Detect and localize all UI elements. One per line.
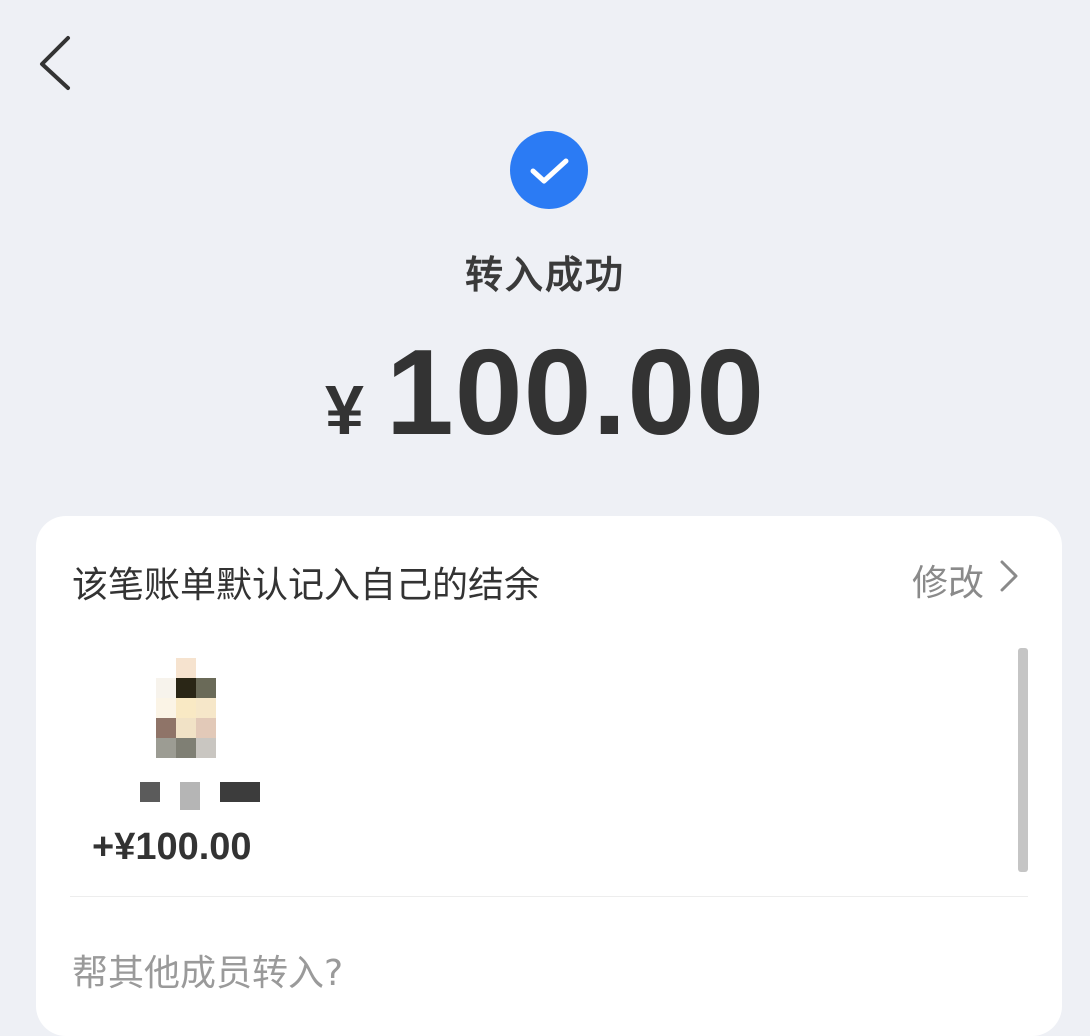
- transfer-amount: ¥ 100.00: [0, 322, 1090, 460]
- success-check-icon: [510, 131, 588, 209]
- member-amount: +¥100.00: [92, 826, 252, 868]
- chevron-right-icon: [998, 558, 1020, 603]
- divider: [70, 896, 1028, 897]
- help-others-transfer-link[interactable]: 帮其他成员转入?: [72, 944, 343, 996]
- currency-symbol: ¥: [324, 371, 364, 449]
- bill-allocation-text: 该笔账单默认记入自己的结余: [72, 565, 541, 606]
- bill-card: 该笔账单默认记入自己的结余 修改 +¥100.00 帮其他成员转入?: [36, 516, 1062, 1036]
- modify-button[interactable]: 修改: [912, 554, 1020, 606]
- modify-label: 修改: [911, 563, 984, 604]
- scrollbar[interactable]: [1018, 648, 1028, 872]
- back-button[interactable]: [30, 30, 90, 94]
- amount-value: 100.00: [385, 324, 766, 460]
- member-name-redacted: [140, 780, 260, 810]
- member-avatar[interactable]: [156, 658, 256, 758]
- status-title: 转入成功: [464, 253, 625, 297]
- chevron-left-icon: [40, 36, 70, 90]
